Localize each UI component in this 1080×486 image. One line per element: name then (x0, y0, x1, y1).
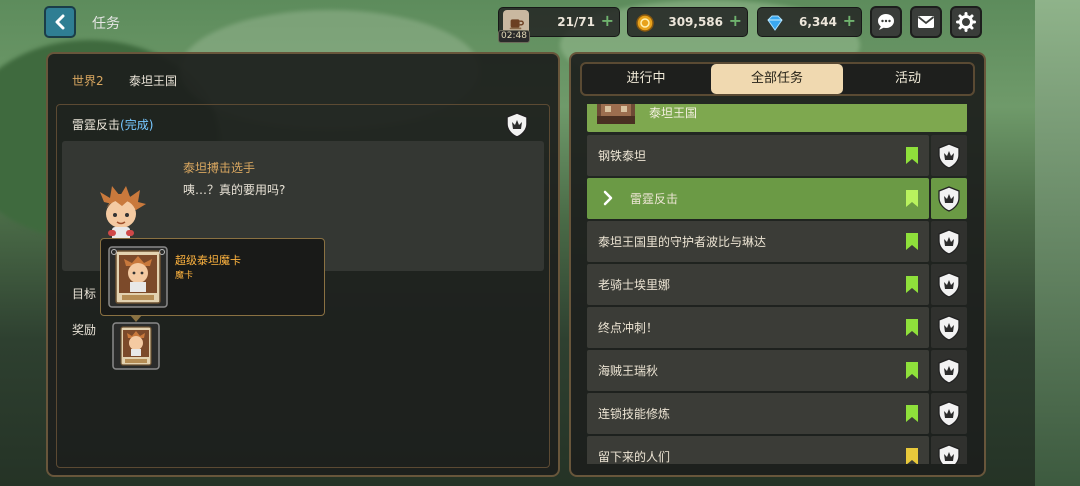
quest-crest-button[interactable] (931, 221, 967, 262)
flag-icon (906, 405, 918, 422)
quest-row[interactable]: 泰坦王国里的守护者波比与琳达 (587, 221, 929, 262)
quest-row-label: 终点冲刺！ (598, 321, 659, 335)
quest-row-label: 老骑士埃里娜 (598, 278, 671, 292)
target-label: 目标 (72, 287, 97, 301)
quest-list[interactable]: 泰坦王国 钢铁泰坦 雷霆反击 泰坦王国里的守护者波比与琳达 老骑士埃里娜 终点冲… (587, 104, 969, 464)
mail-icon (917, 16, 935, 28)
breadcrumb-world[interactable]: 世界2 (72, 72, 104, 89)
quest-crest-button[interactable] (931, 393, 967, 434)
quest-row[interactable]: 留下来的人们 (587, 436, 929, 464)
tab-in-progress[interactable]: 进行中 (584, 64, 708, 94)
mail-button[interactable] (910, 6, 942, 38)
flag-icon (906, 319, 918, 336)
quest-status: (完成) (120, 118, 154, 132)
flag-icon (906, 233, 918, 250)
shield-crest-icon (938, 185, 960, 212)
gear-icon (956, 12, 976, 32)
quest-row[interactable]: 终点冲刺！ (587, 307, 929, 348)
quest-row-label: 海贼王瑞秋 (598, 364, 659, 378)
back-button[interactable] (44, 6, 76, 38)
quest-crest-button[interactable] (931, 350, 967, 391)
quest-row-label: 钢铁泰坦 (598, 149, 647, 163)
background-scenery (1035, 0, 1080, 486)
quest-group-title: 泰坦王国 (649, 106, 698, 120)
add-gems-icon[interactable]: + (843, 11, 856, 30)
chat-bubble-icon (878, 14, 894, 30)
shield-crest-icon (938, 443, 960, 464)
quest-row-label: 泰坦王国里的守护者波比与琳达 (598, 235, 767, 249)
gem-counter[interactable]: 6,344 + (757, 7, 862, 37)
quest-crest-button[interactable] (931, 135, 967, 176)
npc-dialog-text: 咦…？真的要用吗? (183, 183, 286, 197)
shield-crest-icon (938, 357, 960, 384)
shield-crest-icon (938, 314, 960, 341)
chat-button[interactable] (870, 6, 902, 38)
flag-icon (906, 147, 918, 164)
quest-row-selected[interactable]: 雷霆反击 (587, 178, 929, 219)
npc-name: 泰坦搏击选手 (183, 161, 256, 175)
gem-value: 6,344 (799, 15, 837, 29)
tooltip-pointer (130, 315, 142, 322)
shield-crest-icon (938, 228, 960, 255)
quest-row[interactable]: 老骑士埃里娜 (587, 264, 929, 305)
quest-row-label: 连锁技能修炼 (598, 407, 671, 421)
breadcrumb-place: 泰坦王国 (129, 74, 178, 88)
gold-counter[interactable]: 309,586 + (627, 7, 748, 37)
quest-row-label: 雷霆反击 (630, 192, 679, 206)
chevron-left-icon (55, 14, 65, 30)
shield-crest-icon (938, 271, 960, 298)
gold-coin-icon (632, 10, 658, 36)
tooltip-title: 超级泰坦魔卡 (175, 254, 241, 267)
quest-row[interactable]: 连锁技能修炼 (587, 393, 929, 434)
gold-value: 309,586 (668, 15, 723, 29)
flag-icon (906, 276, 918, 293)
shield-crest-icon (938, 142, 960, 169)
quest-crest-button[interactable] (931, 264, 967, 305)
tab-all-quests[interactable]: 全部任务 (711, 64, 843, 94)
quest-crest-button[interactable] (931, 436, 967, 464)
quest-crest-button[interactable] (931, 307, 967, 348)
flag-icon (906, 190, 918, 207)
reward-label: 奖励 (72, 323, 97, 337)
quest-title-text: 雷霆反击 (72, 118, 121, 132)
quest-row-label: 留下来的人们 (598, 450, 671, 464)
magic-card-icon (108, 246, 168, 308)
diamond-icon (762, 10, 788, 36)
page-title: 任务 (92, 16, 120, 32)
quest-title: 雷霆反击(完成) (72, 116, 153, 133)
stamina-value: 21/71 (557, 15, 595, 29)
chevron-right-icon (603, 190, 613, 206)
quest-crest-icon[interactable] (503, 111, 531, 139)
add-stamina-icon[interactable]: + (601, 11, 614, 30)
flag-icon (906, 362, 918, 379)
flag-icon (906, 448, 918, 464)
shield-crest-icon (938, 400, 960, 427)
quest-crest-button[interactable] (931, 178, 967, 219)
settings-button[interactable] (950, 6, 982, 38)
tab-events[interactable]: 活动 (846, 64, 970, 94)
tooltip-subtitle: 魔卡 (175, 271, 194, 281)
quest-row[interactable]: 钢铁泰坦 (587, 135, 929, 176)
quest-row[interactable]: 海贼王瑞秋 (587, 350, 929, 391)
add-gold-icon[interactable]: + (729, 11, 742, 30)
quest-group-header[interactable]: 泰坦王国 (587, 104, 967, 132)
kingdom-emblem-icon (597, 104, 635, 124)
stamina-timer: 02:48 (498, 30, 530, 43)
reward-card-icon[interactable] (112, 322, 160, 370)
